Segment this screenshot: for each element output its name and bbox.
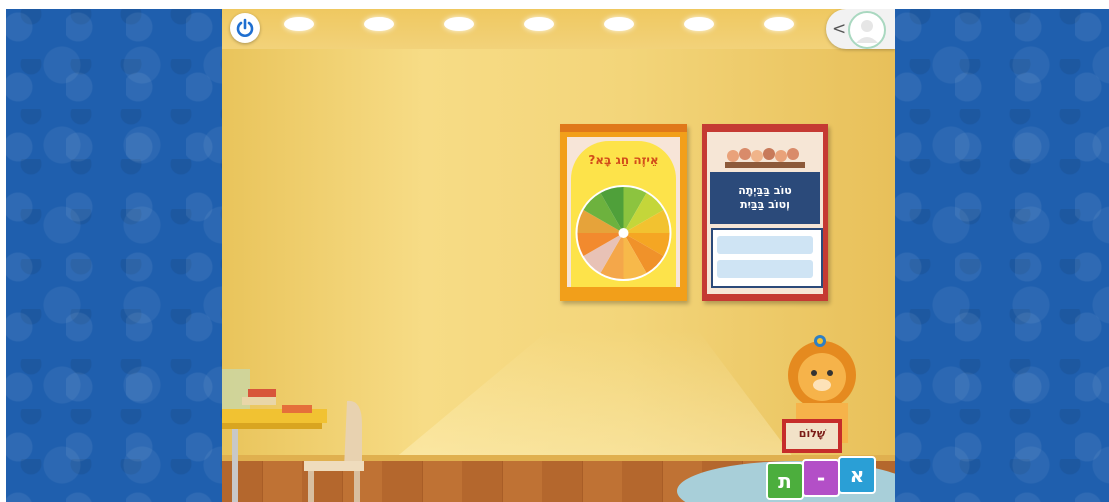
family-poster-title-line2: וְטוֹב בַּבַּיִת	[740, 198, 790, 211]
user-avatar-icon[interactable]	[848, 11, 886, 49]
lion-mascot[interactable]: שָׁלוֹם ת - א	[762, 327, 892, 502]
ceiling	[222, 9, 895, 49]
family-poster[interactable]: טוֹב בַּבַּיְתָה וְטוֹב בַּבַּיִת	[702, 124, 828, 301]
ceiling-light	[524, 17, 554, 31]
right-background-panel	[895, 9, 1109, 502]
ceiling-light	[364, 17, 394, 31]
dialogue-row	[717, 236, 813, 254]
ceiling-light	[444, 17, 474, 31]
ceiling-light	[284, 17, 314, 31]
poster-top-bar	[560, 124, 687, 132]
left-background-panel	[6, 9, 222, 502]
ceiling-light	[604, 17, 634, 31]
family-poster-banner: טוֹב בַּבַּיְתָה וְטוֹב בַּבַּיִת	[710, 172, 820, 224]
chevron-left-icon[interactable]: <	[832, 19, 846, 39]
holiday-wheel-poster[interactable]: אֵיזֶה חַג בָּא?	[560, 124, 687, 301]
letter-block-tav[interactable]: ת	[766, 462, 804, 500]
family-poster-title-line1: טוֹב בַּבַּיְתָה	[738, 184, 792, 197]
poster-body: טוֹב בַּבַּיְתָה וְטוֹב בַּבַּיִת	[707, 132, 823, 294]
profile-tab[interactable]: <	[826, 9, 895, 49]
holiday-wheel	[575, 185, 672, 281]
holiday-poster-title: אֵיזֶה חַג בָּא?	[588, 153, 659, 167]
children-illustration	[725, 148, 805, 168]
family-poster-card	[711, 228, 823, 288]
ceiling-light	[764, 17, 794, 31]
classroom-scene: < אֵיזֶה חַג בָּא? טוֹב בַּבַּיְתָה וְטו…	[222, 9, 895, 502]
poster-arch: אֵיזֶה חַג בָּא?	[571, 141, 676, 179]
holiday-wheel-area	[571, 179, 676, 287]
power-button[interactable]	[230, 13, 260, 43]
ceiling-light	[684, 17, 714, 31]
poster-body: אֵיזֶה חַג בָּא?	[567, 137, 680, 287]
book-label: שָׁלוֹם	[798, 427, 826, 440]
letter-block-alef[interactable]: א	[838, 456, 876, 494]
dialogue-row	[717, 260, 813, 278]
table-and-chairs	[222, 369, 402, 502]
light-beam	[382, 329, 802, 469]
letter-block-dash[interactable]: -	[802, 459, 840, 497]
power-icon	[236, 18, 254, 37]
